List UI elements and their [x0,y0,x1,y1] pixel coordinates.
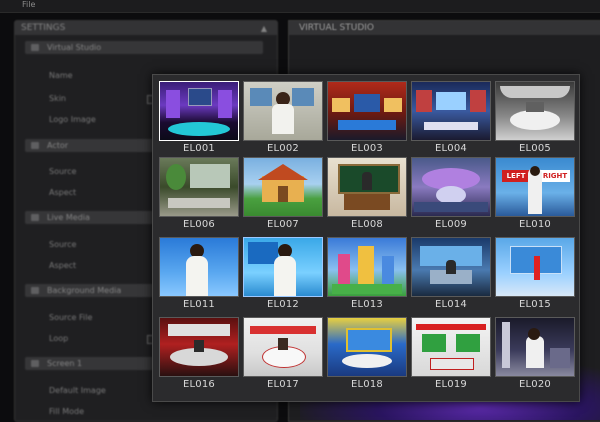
env-tile-el020[interactable]: EL020 [495,317,575,397]
env-label: EL020 [519,379,551,390]
env-thumb-el008 [327,157,407,217]
env-thumb-el002 [243,81,323,141]
thumb-right-sign: RIGHT [540,170,570,182]
env-label: EL016 [183,379,215,390]
env-label: EL002 [267,143,299,154]
env-thumb-el016 [159,317,239,377]
env-tile-el002[interactable]: EL002 [243,81,323,161]
env-tile-el014[interactable]: EL014 [411,237,491,317]
virtual-studio-title-text: VIRTUAL STUDIO [299,23,374,33]
env-thumb-el018 [327,317,407,377]
row-label-name: Name [49,71,73,80]
env-label: EL003 [351,143,383,154]
file-menu[interactable]: File [22,0,35,9]
settings-panel-title: SETTINGS ▲ [15,21,277,35]
section-title: Screen 1 [47,359,83,368]
env-thumb-el011 [159,237,239,297]
section-title: Live Media [47,213,90,222]
env-tile-el012[interactable]: EL012 [243,237,323,317]
row-label-source: Source [49,240,77,249]
row-label-loop: Loop [49,334,69,343]
settings-title-text: SETTINGS [21,23,66,33]
env-thumb-el017 [243,317,323,377]
env-tile-el017[interactable]: EL017 [243,317,323,397]
env-label: EL019 [435,379,467,390]
section-title: Background Media [47,286,122,295]
row-label-aspect: Aspect [49,261,77,270]
env-label: EL006 [183,219,215,230]
env-tile-el005[interactable]: EL005 [495,81,575,161]
env-thumb-el003 [327,81,407,141]
env-label: EL017 [267,379,299,390]
env-label: EL014 [435,299,467,310]
env-tile-el011[interactable]: EL011 [159,237,239,317]
env-tile-el008[interactable]: EL008 [327,157,407,237]
row-label-logo-image: Logo Image [49,115,96,124]
env-thumb-el019 [411,317,491,377]
env-thumb-el010: LEFT RIGHT [495,157,575,217]
menu-bar: File [0,0,600,13]
env-thumb-el012 [243,237,323,297]
env-thumb-el020 [495,317,575,377]
section-title: Virtual Studio [47,43,102,52]
env-label: EL013 [351,299,383,310]
env-label: EL018 [351,379,383,390]
env-thumb-el006 [159,157,239,217]
env-label: EL010 [519,219,551,230]
virtual-studio-title: VIRTUAL STUDIO [289,21,600,35]
env-tile-el013[interactable]: EL013 [327,237,407,317]
env-label: EL005 [519,143,551,154]
env-tile-el006[interactable]: EL006 [159,157,239,237]
env-label: EL015 [519,299,551,310]
row-label-aspect: Aspect [49,188,77,197]
env-label: EL001 [183,143,215,154]
collapse-arrow-icon[interactable]: ▲ [261,22,267,36]
env-thumb-el009 [411,157,491,217]
row-label-source: Source [49,167,77,176]
section-title: Actor [47,141,69,150]
section-virtual-studio[interactable]: Virtual Studio [25,41,263,54]
env-tile-el003[interactable]: EL003 [327,81,407,161]
env-thumb-el013 [327,237,407,297]
env-tile-el010[interactable]: LEFT RIGHT EL010 [495,157,575,237]
row-label-fill-mode: Fill Mode [49,407,85,416]
thumb-left-sign: LEFT [502,170,530,182]
env-label: EL007 [267,219,299,230]
row-label-source-file: Source File [49,313,93,322]
env-tile-el015[interactable]: EL015 [495,237,575,317]
env-label: EL009 [435,219,467,230]
env-label: EL011 [183,299,215,310]
row-label-skin: Skin [49,94,67,103]
env-tile-el009[interactable]: EL009 [411,157,491,237]
env-tile-el004[interactable]: EL004 [411,81,491,161]
env-thumb-el007 [243,157,323,217]
env-tile-el018[interactable]: EL018 [327,317,407,397]
env-tile-el001[interactable]: EL001 [159,81,239,161]
env-tile-el007[interactable]: EL007 [243,157,323,237]
env-label: EL008 [351,219,383,230]
env-thumb-el005 [495,81,575,141]
env-thumb-el014 [411,237,491,297]
env-tile-el016[interactable]: EL016 [159,317,239,397]
env-thumb-el004 [411,81,491,141]
env-thumb-el015 [495,237,575,297]
env-label: EL004 [435,143,467,154]
environment-picker-popup: EL001 EL002 EL003 EL004 EL005 EL006 EL00… [152,74,580,402]
env-thumb-el001 [159,81,239,141]
env-label: EL012 [267,299,299,310]
row-label-default-image: Default Image [49,386,106,395]
env-tile-el019[interactable]: EL019 [411,317,491,397]
